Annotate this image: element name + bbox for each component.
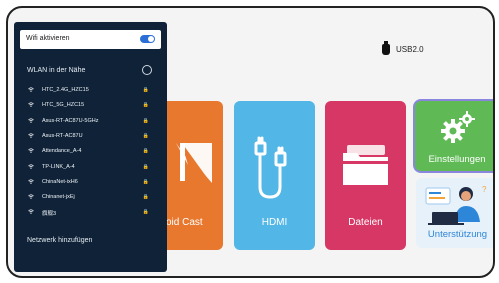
- wifi-signal-icon: [28, 163, 34, 169]
- network-item[interactable]: 旗舰3 🔒: [26, 207, 159, 218]
- wifi-enable-row[interactable]: Wifi aktivieren: [20, 30, 161, 49]
- app-tile-settings[interactable]: Einstellungen: [415, 101, 493, 171]
- lock-icon: 🔒: [142, 102, 149, 109]
- network-item[interactable]: Chinanet-jxEj 🔒: [26, 192, 159, 203]
- network-name: ChinaNet-ixH6: [42, 178, 78, 185]
- network-name: Asus-RT-AC87U: [42, 132, 83, 139]
- lock-icon: 🔒: [142, 117, 149, 124]
- app-tile-files-label: Dateien: [348, 217, 383, 228]
- app-tile-support-label: Unterstützung: [427, 229, 488, 240]
- network-item[interactable]: HTC_2.4G_HZC15 🔒: [26, 85, 159, 96]
- lock-icon: 🔒: [142, 194, 149, 201]
- wifi-signal-icon: [28, 87, 34, 92]
- network-item[interactable]: TP-LINK_A-4 🔒: [26, 162, 159, 173]
- nearby-networks-heading: WLAN in der Nähe: [27, 67, 86, 74]
- wifi-signal-icon: [28, 209, 34, 215]
- network-name: HTC_2.4G_HZC15: [42, 87, 89, 93]
- lock-icon: 🔒: [142, 163, 149, 170]
- network-item[interactable]: Asus-RT-AC87U 🔒: [26, 131, 159, 142]
- app-tile-support[interactable]: ? Unterstützung: [416, 178, 493, 248]
- app-tile-hdmi[interactable]: HDMI: [234, 101, 315, 250]
- wifi-signal-icon: [28, 179, 34, 184]
- network-name: TP-LINK_A-4: [42, 163, 75, 170]
- app-tile-hdmi-label: HDMI: [261, 217, 288, 228]
- network-item[interactable]: Asus-RT-AC87U-5GHz 🔒: [26, 116, 159, 127]
- app-tile-settings-label: Einstellungen: [428, 154, 486, 165]
- wifi-settings-panel: Wifi aktivieren WLAN in der Nähe HTC_2.4…: [14, 22, 167, 272]
- network-name: Chinanet-jxEj: [42, 194, 75, 201]
- wifi-signal-icon: [28, 102, 34, 108]
- network-item[interactable]: Attendance_A-4 🔒: [26, 146, 159, 157]
- wifi-enable-label: Wifi aktivieren: [26, 35, 70, 42]
- lock-icon: 🔒: [142, 209, 149, 216]
- network-name: Attendance_A-4: [42, 148, 82, 155]
- wifi-toggle[interactable]: [140, 35, 155, 43]
- app-tile-files[interactable]: Dateien: [325, 101, 406, 250]
- network-item[interactable]: ChinaNet-ixH6 🔒: [26, 177, 159, 188]
- app-tile-cast-label: oid Cast: [166, 217, 203, 228]
- network-name: HTC_5G_HZC15: [42, 102, 85, 109]
- wifi-signal-icon: [28, 133, 34, 138]
- lock-icon: 🔒: [142, 132, 149, 139]
- usb-label: USB2.0: [396, 45, 424, 54]
- wifi-signal-icon: [28, 148, 34, 153]
- network-name: 旗舰3: [42, 211, 57, 218]
- network-item[interactable]: HTC_5G_HZC15 🔒: [26, 100, 159, 111]
- usb-drive-icon: [382, 41, 390, 55]
- lock-icon: 🔒: [142, 178, 149, 185]
- lock-icon: 🔒: [142, 87, 149, 93]
- network-name: Asus-RT-AC87U-5GHz: [42, 117, 99, 124]
- app-tile-cast[interactable]: oid Cast: [162, 101, 223, 250]
- svg-text:?: ?: [482, 185, 487, 194]
- wifi-signal-icon: [28, 194, 34, 199]
- usb-indicator: USB2.0: [382, 41, 424, 55]
- refresh-icon[interactable]: [142, 65, 152, 75]
- wifi-signal-icon: [28, 117, 34, 123]
- add-network-button[interactable]: Netzwerk hinzufügen: [27, 237, 92, 244]
- lock-icon: 🔒: [142, 148, 149, 155]
